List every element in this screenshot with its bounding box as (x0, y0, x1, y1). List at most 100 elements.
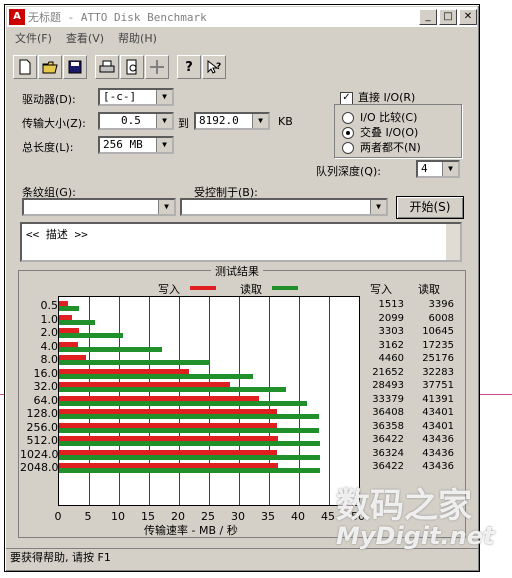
neither-radio[interactable]: 两者都不(N) (342, 139, 421, 155)
read-value: 6008 (428, 312, 454, 324)
drive-value: [-c-] (103, 90, 137, 103)
transfer-to-value: 8192.0 (199, 114, 239, 127)
y-tick-label: 0.5 (40, 299, 59, 312)
title-bar: A 无标题 - ATTO Disk Benchmark _ □ ✕ (7, 7, 477, 27)
y-tick-label: 1.0 (40, 312, 59, 326)
menu-help[interactable]: 帮助(H) (118, 30, 157, 46)
x-axis-label: 传输速率 - MB / 秒 (144, 524, 238, 537)
save-icon[interactable] (63, 55, 87, 79)
drive-select[interactable]: [-c-] ▼ (98, 88, 174, 106)
chevron-down-icon[interactable]: ▼ (158, 200, 174, 214)
y-tick-label: 8.0 (40, 353, 59, 366)
chevron-down-icon[interactable]: ▼ (156, 114, 172, 128)
read-value: 17235 (422, 339, 454, 351)
print-icon[interactable] (95, 55, 119, 79)
open-folder-icon[interactable] (38, 55, 62, 79)
overlap-io-label: 交叠 I/O(O) (360, 126, 419, 139)
write-value: 2099 (378, 312, 404, 324)
read-value: 43436 (422, 447, 454, 459)
status-text: 要获得帮助, 请按 F1 (10, 551, 111, 564)
help-icon[interactable]: ? (177, 55, 201, 79)
write-value: 4460 (378, 353, 404, 364)
x-tick-label: 40 (291, 510, 305, 523)
chart-plot-area (58, 296, 360, 506)
write-value: 21652 (372, 366, 404, 378)
read-bar (59, 306, 80, 311)
read-bar (59, 441, 320, 446)
y-tick-label: 64.0 (33, 393, 59, 407)
chevron-down-icon[interactable]: ▼ (156, 138, 172, 152)
io-compare-radio[interactable]: I/O 比较(C) (342, 109, 417, 125)
read-bar (59, 360, 211, 365)
overlap-io-radio[interactable]: 交叠 I/O(O) (342, 124, 418, 140)
y-tick-label: 256.0 (26, 420, 59, 434)
queue-depth-select[interactable]: 4 ▼ (416, 160, 460, 178)
close-button[interactable]: ✕ (459, 9, 477, 25)
menu-file[interactable]: 文件(F) (15, 30, 52, 46)
x-tick-label: 45 (321, 510, 335, 523)
toolbar: ? ? (13, 55, 227, 81)
read-bar (59, 427, 320, 433)
controlled-by-select[interactable]: ▼ (180, 198, 388, 216)
chevron-down-icon[interactable]: ▼ (442, 162, 458, 176)
y-tick-label: 16.0 (33, 366, 59, 380)
context-help-icon[interactable]: ? (202, 55, 226, 79)
read-value: 3396 (428, 299, 454, 310)
menu-view[interactable]: 查看(V) (66, 30, 104, 46)
print-preview-icon[interactable] (120, 55, 144, 79)
chevron-down-icon[interactable]: ▼ (252, 114, 268, 128)
scrollbar[interactable] (446, 224, 460, 260)
write-value: 36324 (372, 447, 404, 459)
read-bar (59, 319, 96, 325)
queue-depth-value: 4 (421, 162, 428, 175)
gridline (329, 297, 330, 505)
chevron-down-icon[interactable]: ▼ (370, 200, 386, 214)
legend-write-swatch (190, 286, 216, 290)
transfer-from-select[interactable]: 0.5 ▼ (98, 112, 174, 130)
description-textarea[interactable]: << 描述 >> (20, 222, 462, 262)
neither-label: 两者都不(N) (360, 141, 421, 154)
transfer-size-label: 传输大小(Z): (22, 117, 86, 130)
svg-text:?: ? (216, 62, 221, 72)
watermark-text: 数码之家 (336, 486, 472, 526)
y-tick-label: 1024.0 (20, 447, 59, 461)
read-bar (59, 387, 286, 392)
write-value: 3162 (378, 339, 404, 351)
read-bar (59, 454, 320, 460)
radio-icon (342, 142, 354, 154)
move-icon[interactable] (145, 55, 169, 79)
drive-label: 驱动器(D): (22, 93, 76, 106)
read-value: 41391 (422, 393, 454, 405)
read-value: 43401 (422, 407, 454, 418)
results-title: 测试结果 (211, 263, 263, 279)
read-value: 43436 (422, 434, 454, 445)
background-line (478, 394, 512, 395)
total-length-label: 总长度(L): (22, 141, 74, 154)
direct-io-checkbox[interactable]: ✓ 直接 I/O(R) (340, 89, 415, 105)
kb-unit: KB (278, 115, 293, 128)
legend-read-label: 读取 (240, 283, 262, 296)
read-bar (59, 414, 320, 419)
maximize-button[interactable]: □ (439, 9, 457, 25)
new-file-icon[interactable] (13, 55, 37, 79)
stripe-group-select[interactable]: ▼ (22, 198, 176, 216)
read-value: 10645 (422, 326, 454, 337)
read-value: 32283 (422, 366, 454, 378)
minimize-button[interactable]: _ (419, 9, 437, 25)
write-value: 36358 (372, 420, 404, 432)
read-bar (59, 400, 308, 406)
y-tick-label: 128.0 (26, 407, 59, 420)
direct-io-label: 直接 I/O(R) (358, 91, 416, 104)
read-bar (59, 468, 320, 473)
total-length-select[interactable]: 256 MB ▼ (98, 136, 174, 154)
y-tick-label: 2048.0 (20, 461, 59, 474)
start-button[interactable]: 开始(S) (396, 196, 464, 219)
chevron-down-icon[interactable]: ▼ (156, 90, 172, 104)
y-tick-label: 4.0 (40, 339, 59, 353)
read-bar (59, 373, 253, 379)
read-column-header: 读取 (418, 283, 440, 296)
transfer-to-select[interactable]: 8192.0 ▼ (194, 112, 270, 130)
x-tick-label: 5 (84, 510, 92, 523)
app-icon: A (9, 9, 25, 25)
y-tick-label: 512.0 (26, 434, 59, 447)
